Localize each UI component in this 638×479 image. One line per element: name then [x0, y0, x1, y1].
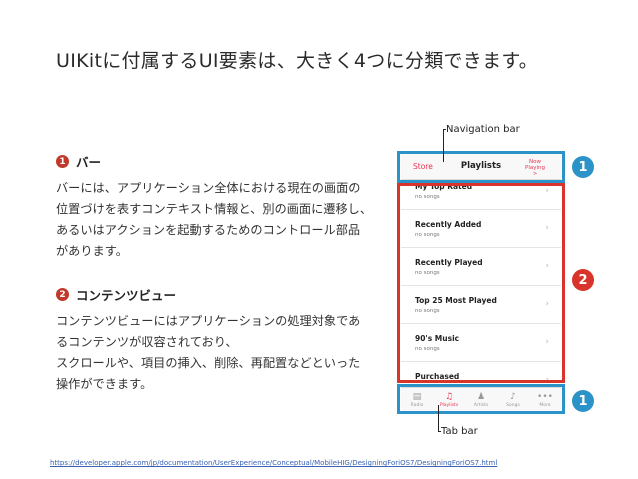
- tab-bar-callout: Tab bar: [441, 426, 478, 437]
- section-bar: 1 バー バーには、アプリケーション全体における現在の画面の 位置づけを表すコン…: [56, 152, 374, 262]
- section-heading: 1 バー: [56, 152, 374, 171]
- tab-bar-highlight: [397, 384, 565, 414]
- bar-number-badge: 1: [572, 390, 594, 412]
- section-number-badge: 2: [56, 288, 69, 301]
- navigation-bar-callout: Navigation bar: [446, 124, 520, 135]
- source-link[interactable]: https://developer.apple.com/jp/documenta…: [50, 459, 497, 467]
- section-content-view: 2 コンテンツビュー コンテンツビューにはアプリケーションの処理対象であ るコン…: [56, 285, 374, 395]
- section-heading-text: バー: [76, 155, 102, 170]
- section-number-badge: 1: [56, 155, 69, 168]
- bar-number-badge: 1: [572, 156, 594, 178]
- section-heading: 2 コンテンツビュー: [56, 285, 374, 304]
- slide-title: UIKitに付属するUI要素は、大きく4つに分類できます。: [56, 50, 539, 72]
- section-body: コンテンツビューにはアプリケーションの処理対象であ るコンテンツが収容されており…: [56, 314, 361, 391]
- section-heading-text: コンテンツビュー: [76, 288, 177, 303]
- content-view-highlight: [397, 183, 565, 383]
- content-number-badge: 2: [572, 269, 594, 291]
- navigation-bar-highlight: [397, 151, 565, 183]
- section-body: バーには、アプリケーション全体における現在の画面の 位置づけを表すコンテキスト情…: [56, 181, 373, 258]
- navigation-bar-leader-line: [443, 129, 444, 162]
- tab-bar-leader-line: [438, 405, 439, 432]
